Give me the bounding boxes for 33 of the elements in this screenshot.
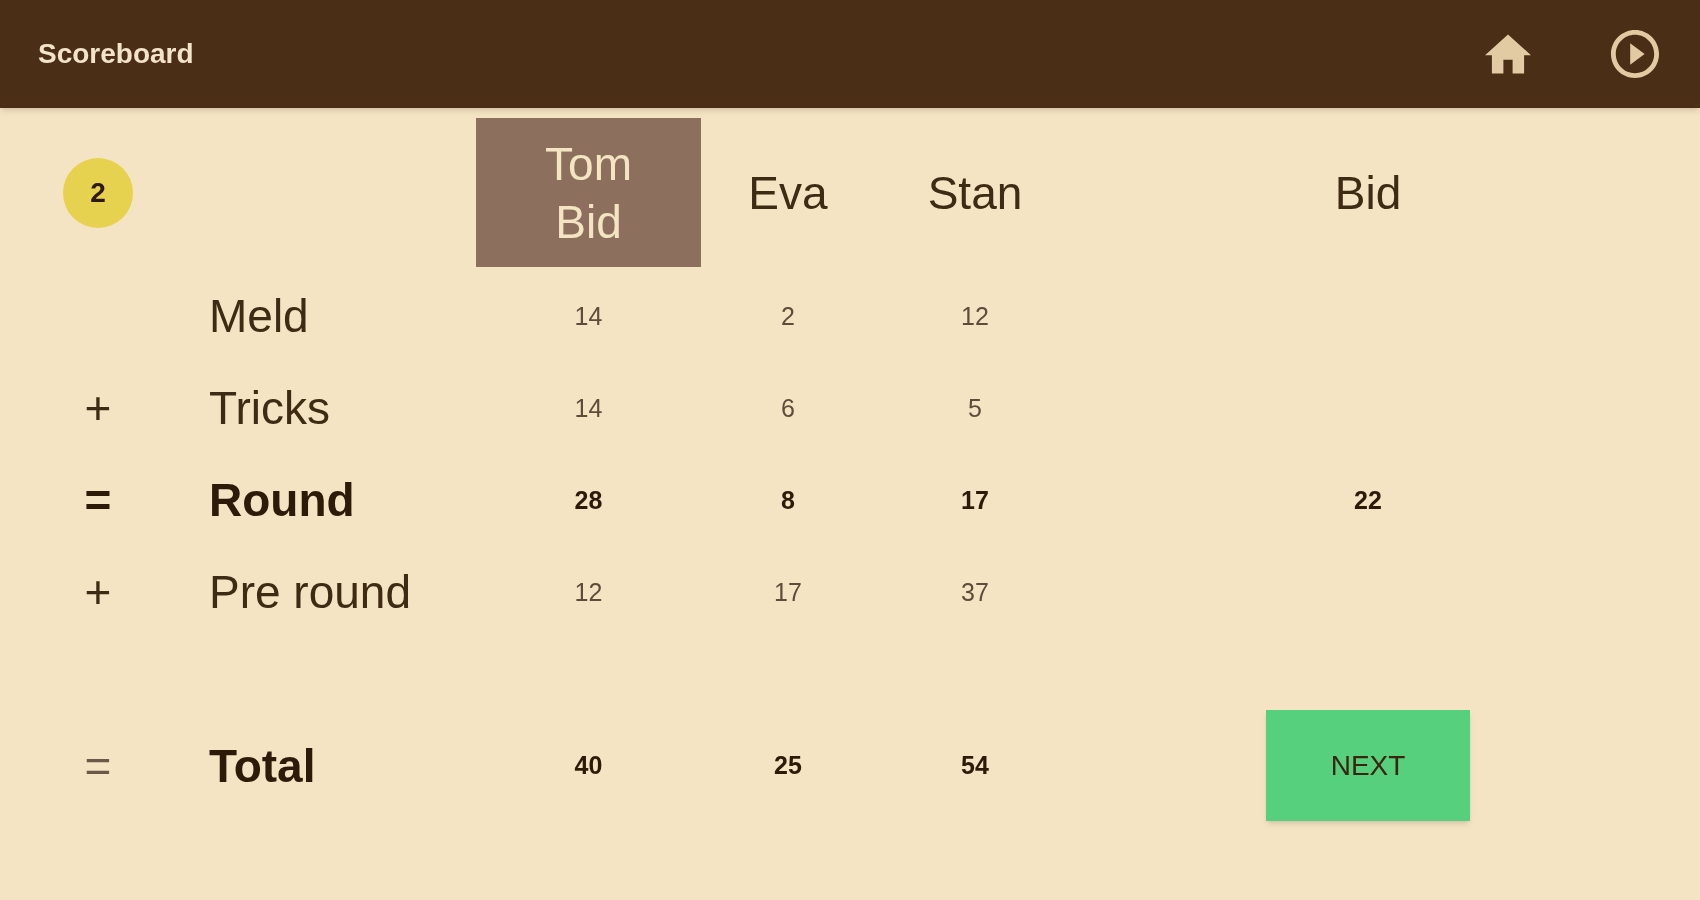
row-label: Meld bbox=[209, 290, 309, 342]
score-value: 8 bbox=[781, 487, 795, 513]
home-icon[interactable] bbox=[1485, 34, 1531, 74]
score-value: 12 bbox=[961, 303, 989, 329]
score-value: 37 bbox=[961, 579, 989, 605]
score-value: 6 bbox=[781, 395, 795, 421]
operator-sign: = bbox=[84, 742, 112, 789]
player-header[interactable]: Eva bbox=[748, 163, 828, 222]
score-value: 17 bbox=[774, 579, 802, 605]
score-value: 28 bbox=[574, 487, 603, 513]
operator-sign: = bbox=[84, 477, 112, 523]
score-value: 54 bbox=[961, 753, 989, 778]
player-header[interactable]: Tom Bid bbox=[476, 118, 701, 267]
score-value: 14 bbox=[574, 303, 603, 329]
row-label: Round bbox=[209, 474, 355, 526]
operator-sign: + bbox=[84, 385, 112, 431]
score-value: 17 bbox=[961, 487, 989, 513]
row-label: Total bbox=[209, 739, 316, 792]
score-value: 25 bbox=[774, 753, 802, 778]
score-value: 5 bbox=[968, 395, 982, 421]
score-value: 14 bbox=[574, 395, 603, 421]
bid-value: 22 bbox=[1354, 487, 1382, 513]
row-label: Tricks bbox=[209, 382, 330, 434]
player-header[interactable]: Stan bbox=[927, 163, 1023, 222]
score-value: 2 bbox=[781, 303, 795, 329]
score-value: 40 bbox=[574, 753, 603, 778]
operator-sign: + bbox=[84, 569, 112, 615]
next-button[interactable]: NEXT bbox=[1266, 710, 1470, 821]
row-label: Pre round bbox=[209, 566, 411, 618]
round-badge: 2 bbox=[63, 157, 133, 228]
score-value: 12 bbox=[574, 579, 603, 605]
app-title: Scoreboard bbox=[38, 37, 194, 71]
column-heading: Bid bbox=[1334, 169, 1402, 216]
